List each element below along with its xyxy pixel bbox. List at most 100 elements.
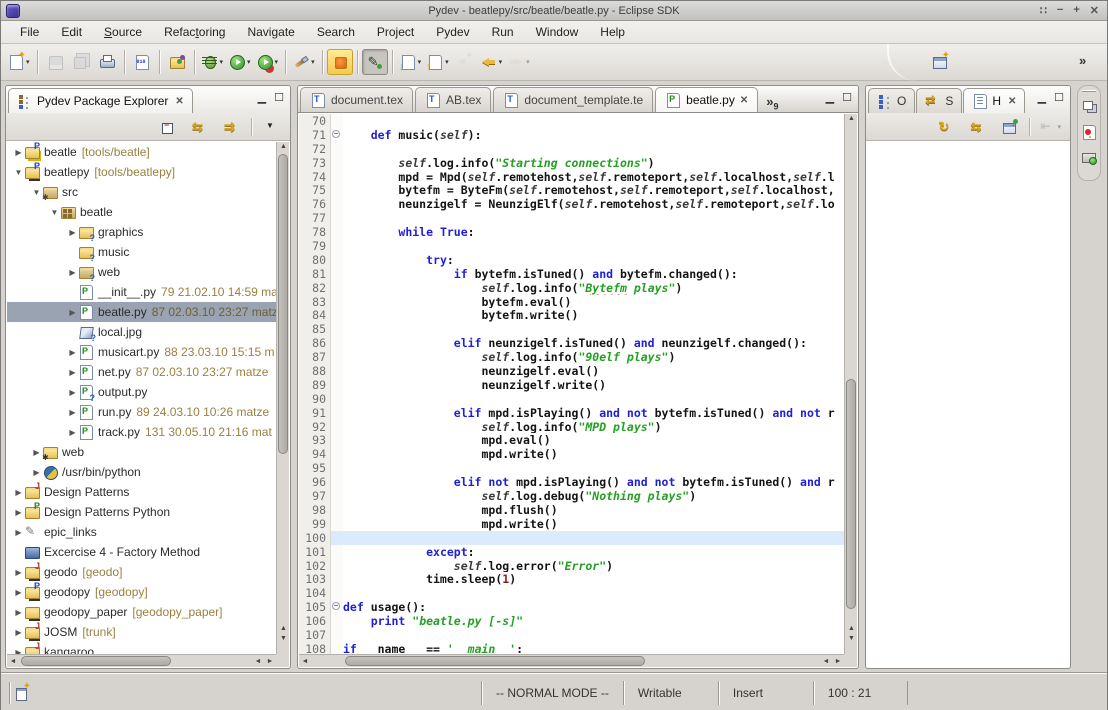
menu-edit[interactable]: Edit <box>50 22 93 42</box>
expander-collapsed-icon[interactable]: ▶ <box>67 368 78 377</box>
perspective-overflow-button[interactable] <box>1071 49 1097 75</box>
tree-item-excercise-4-factory-method[interactable]: Excercise 4 - Factory Method <box>7 542 276 562</box>
editor-tab-document-tex[interactable]: document.tex <box>300 87 413 112</box>
dropdown-arrow-icon[interactable]: ▾ <box>247 58 251 66</box>
maximize-view-icon[interactable]: ☐ <box>842 91 852 104</box>
expander-collapsed-icon[interactable]: ▶ <box>67 408 78 417</box>
new-wizard-button[interactable]: ▾ <box>5 49 33 75</box>
editor-tab-overflow[interactable]: »9 <box>766 94 778 112</box>
menu-window[interactable]: Window <box>525 22 590 42</box>
menu-file[interactable]: File <box>9 22 50 42</box>
dropdown-arrow-icon[interactable]: ▾ <box>311 58 315 66</box>
tree-item-output-py[interactable]: ▶Poutput.py <box>7 382 276 402</box>
expander-collapsed-icon[interactable]: ▶ <box>67 428 78 437</box>
run-ext-button[interactable]: ▾ <box>254 49 282 75</box>
link-with-editor-button[interactable] <box>187 114 213 140</box>
pydev-folder-button[interactable] <box>164 49 190 75</box>
menu-run[interactable]: Run <box>481 22 525 42</box>
maximize-view-icon[interactable]: ☐ <box>1054 91 1064 104</box>
window-dots-icon[interactable]: ∷ <box>1040 4 1047 17</box>
tree-item-design-patterns[interactable]: ▶Design Patterns <box>7 482 276 502</box>
tree-item-graphics[interactable]: ▶graphics <box>7 222 276 242</box>
fast-view-icon[interactable] <box>14 685 30 701</box>
minimize-view-icon[interactable]: ▁ <box>1038 91 1046 104</box>
menu-pydev[interactable]: Pydev <box>425 22 480 42</box>
tree-item-design-patterns-python[interactable]: ▶Design Patterns Python <box>7 502 276 522</box>
tree-item-local-jpg[interactable]: local.jpg <box>7 322 276 342</box>
editor-tab-beatle-py[interactable]: beatle.py✕ <box>655 87 758 112</box>
explorer-vertical-scrollbar[interactable]: ▲ ▲▼ <box>276 142 289 654</box>
explorer-horizontal-scrollbar[interactable]: ◄ ◄► <box>7 654 276 667</box>
tree-item-web[interactable]: ▶web <box>7 262 276 282</box>
prev-ann-button[interactable]: ▾ <box>424 49 452 75</box>
expander-collapsed-icon[interactable]: ▶ <box>13 488 24 497</box>
fold-marker[interactable]: − <box>331 600 343 614</box>
collapse-fold-icon[interactable]: − <box>332 602 340 610</box>
expander-collapsed-icon[interactable]: ▶ <box>67 268 78 277</box>
expander-collapsed-icon[interactable]: ▶ <box>13 568 24 577</box>
menu-search[interactable]: Search <box>306 22 366 42</box>
expander-collapsed-icon[interactable]: ▶ <box>13 628 24 637</box>
mark-button[interactable] <box>362 49 388 75</box>
maximize-icon[interactable]: + <box>1073 4 1079 17</box>
editor-tab-document-template-te[interactable]: document_template.te <box>493 87 653 112</box>
expander-collapsed-icon[interactable]: ▶ <box>67 308 78 317</box>
tree-item-net-py[interactable]: ▶net.py87 02.03.10 23:27 matze <box>7 362 276 382</box>
view-menu-button[interactable] <box>258 114 284 140</box>
close-icon[interactable]: ✕ <box>1008 96 1016 107</box>
close-icon[interactable]: ✕ <box>740 95 748 106</box>
dropdown-arrow-icon[interactable]: ▾ <box>26 58 30 66</box>
dropdown-arrow-icon[interactable]: ▾ <box>418 58 422 66</box>
close-icon[interactable]: ✕ <box>1090 4 1099 17</box>
expander-collapsed-icon[interactable]: ▶ <box>67 228 78 237</box>
brush-button[interactable]: ▾ <box>290 49 318 75</box>
maximize-view-icon[interactable]: ☐ <box>274 91 284 104</box>
expander-collapsed-icon[interactable]: ▶ <box>31 468 42 477</box>
menu-navigate[interactable]: Navigate <box>236 22 305 42</box>
editor-tab-ab-tex[interactable]: AB.tex <box>415 87 491 112</box>
tree-item-beatle[interactable]: ▶beatle[tools/beatle] <box>7 142 276 162</box>
expander-collapsed-icon[interactable]: ▶ <box>67 388 78 397</box>
minimize-view-icon[interactable]: ▁ <box>258 91 266 104</box>
tree-item-beatlepy[interactable]: ▼beatlepy[tools/beatlepy] <box>7 162 276 182</box>
run-button[interactable]: ▾ <box>226 49 254 75</box>
tree-item-music[interactable]: music <box>7 242 276 262</box>
dropdown-arrow-icon[interactable]: ▾ <box>220 58 224 66</box>
tree-item-beatle[interactable]: ▼beatle <box>7 202 276 222</box>
expander-collapsed-icon[interactable]: ▶ <box>13 608 24 617</box>
dropdown-arrow-icon[interactable]: ▾ <box>445 58 449 66</box>
print-button[interactable] <box>94 49 120 75</box>
next-ann-button[interactable]: ▾ <box>397 49 425 75</box>
tab-pydev-package-explorer[interactable]: Pydev Package Explorer ✕ <box>8 88 193 113</box>
console-view-button[interactable] <box>1076 148 1102 168</box>
expander-collapsed-icon[interactable]: ▶ <box>67 348 78 357</box>
collapse-all-button[interactable] <box>155 114 181 140</box>
menu-help[interactable]: Help <box>589 22 636 42</box>
debug-button[interactable]: ▾ <box>199 49 227 75</box>
dropdown-arrow-icon[interactable]: ▾ <box>275 58 279 66</box>
code-editor[interactable]: 7071− def music(self):7273 self.log.info… <box>299 114 844 654</box>
dropdown-arrow-icon[interactable]: ▾ <box>499 58 503 66</box>
tree-item-beatle-py[interactable]: ▶beatle.py87 02.03.10 23:27 matz <box>7 302 276 322</box>
editor-vertical-scrollbar[interactable]: ▲ ▲▼ <box>844 114 857 654</box>
collapse-fold-icon[interactable]: − <box>332 130 340 138</box>
expander-collapsed-icon[interactable]: ▶ <box>13 588 24 597</box>
drag-handle[interactable] <box>1082 90 1096 92</box>
tree-item-track-py[interactable]: ▶track.py131 30.05.10 21:16 mat <box>7 422 276 442</box>
fold-marker[interactable]: − <box>331 128 343 142</box>
tree-item-geodopy[interactable]: ▶geodopy[geodopy] <box>7 582 276 602</box>
minimize-view-icon[interactable]: ▁ <box>826 91 834 104</box>
expander-collapsed-icon[interactable]: ▶ <box>13 528 24 537</box>
pin-button[interactable] <box>997 114 1023 140</box>
editor-horizontal-scrollbar[interactable]: ◄ ◄► <box>299 654 844 667</box>
windows-view-button[interactable] <box>1076 96 1102 116</box>
tree-item-josm[interactable]: ▶JOSM[trunk] <box>7 622 276 642</box>
pyunit-view-button[interactable] <box>1076 122 1102 142</box>
view-tab-h[interactable]: H✕ <box>963 88 1025 113</box>
sync-selection-button[interactable] <box>219 114 245 140</box>
expander-expanded-icon[interactable]: ▼ <box>13 168 24 177</box>
expander-collapsed-icon[interactable]: ▶ <box>13 148 24 157</box>
tree-item-web[interactable]: ▶web <box>7 442 276 462</box>
tree-item-src[interactable]: ▼src <box>7 182 276 202</box>
stop-button[interactable] <box>327 49 353 75</box>
